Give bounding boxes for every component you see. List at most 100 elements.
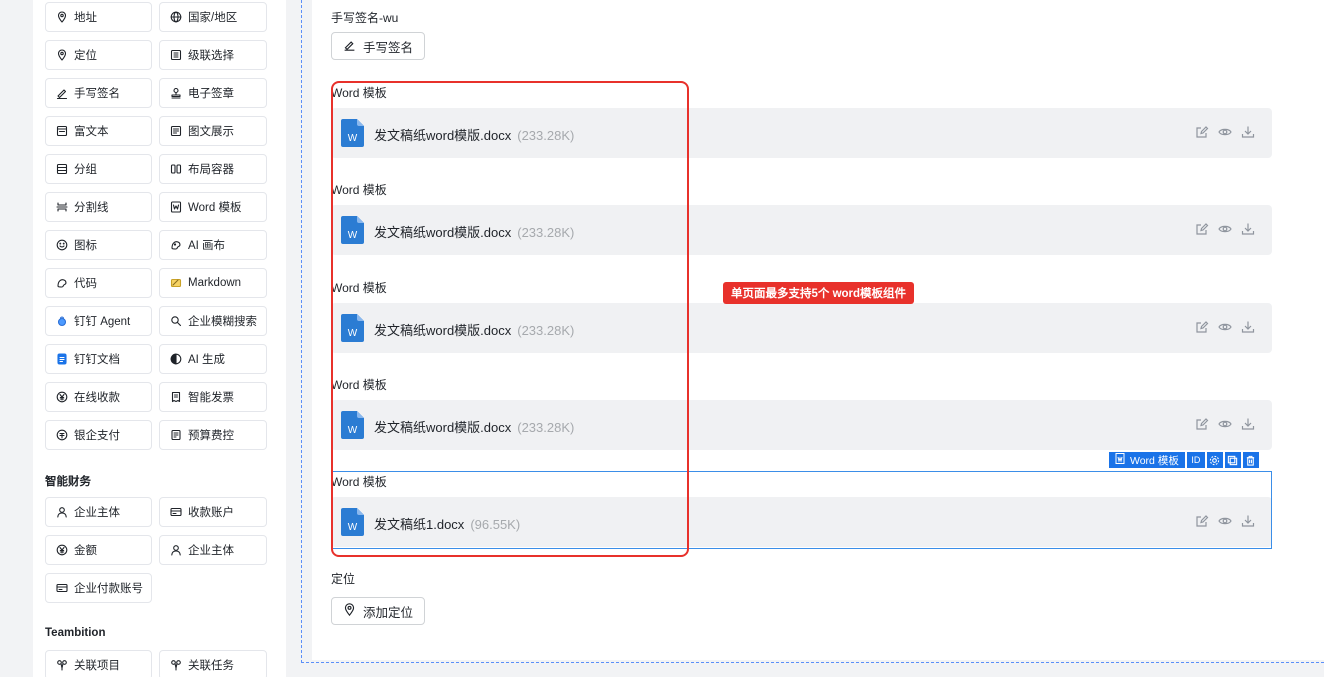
download-icon[interactable] [1241, 417, 1257, 433]
layout-icon [170, 163, 182, 175]
palette-item-link-task[interactable]: 关联任务 [159, 650, 267, 677]
palette-item-label: 钉钉 Agent [74, 316, 131, 328]
add-location-button[interactable]: 添加定位 [331, 597, 426, 625]
palette-item-label: 企业付款账号 [74, 583, 143, 595]
palette-item-location[interactable]: 地址 [45, 2, 152, 32]
word-doc-icon [1115, 453, 1125, 467]
palette-item-label: 代码 [74, 278, 97, 290]
preview-eye-icon[interactable] [1218, 125, 1234, 141]
palette-item-markdown[interactable]: Markdown [159, 268, 267, 298]
palette-item-agent[interactable]: 钉钉 Agent [45, 306, 152, 336]
annotation-note: 单页面最多支持5个 word模板组件 [723, 282, 915, 304]
signature-icon [56, 87, 68, 99]
palette-item-bank-pay[interactable]: 银企支付 [45, 420, 152, 450]
palette-item-label: 在线收款 [74, 392, 120, 404]
palette-item-card[interactable]: 企业付款账号 [45, 573, 152, 603]
palette-item-cascade[interactable]: 级联选择 [159, 40, 267, 70]
palette-item-label: 企业模糊搜索 [188, 316, 257, 328]
download-icon[interactable] [1241, 125, 1257, 141]
ai-canvas-icon [170, 239, 182, 251]
field-label-location: 定位 [331, 572, 356, 586]
edit-icon[interactable] [1195, 125, 1211, 141]
palette-item-ai-generate[interactable]: AI 生成 [159, 344, 267, 374]
search-icon [170, 315, 182, 327]
cascade-icon [170, 49, 182, 61]
settings-icon[interactable] [1206, 452, 1223, 468]
divider-icon [56, 201, 68, 213]
palette-item-user[interactable]: 企业主体 [45, 497, 152, 527]
palette-item-label: 分割线 [74, 202, 109, 214]
palette-item-label: 手写签名 [74, 88, 120, 100]
palette-item-label: 国家/地区 [188, 12, 238, 24]
invoice-icon [170, 391, 182, 403]
component-palette: 地址 国家/地区定位 级联选择手写签名 电子签章富文本 图文展示分组 布局容器分割线 Wor… [33, 0, 286, 677]
palette-item-search[interactable]: 企业模糊搜索 [159, 306, 267, 336]
palette-item-group[interactable]: 分组 [45, 154, 152, 184]
download-icon[interactable] [1241, 222, 1257, 238]
signature-button-label: 手写签名 [363, 40, 414, 55]
ai-generate-icon [170, 353, 182, 365]
download-icon[interactable] [1241, 320, 1257, 336]
code-icon [56, 277, 68, 289]
palette-item-label: 定位 [74, 50, 97, 62]
palette-item-link-project[interactable]: 关联项目 [45, 650, 152, 677]
palette-item-yen[interactable]: 金额 [45, 535, 152, 565]
palette-item-label: 企业主体 [74, 507, 120, 519]
palette-item-ai-canvas[interactable]: AI 画布 [159, 230, 267, 260]
edit-icon[interactable] [1195, 320, 1211, 336]
palette-item-label: 智能发票 [188, 392, 234, 404]
palette-item-pin[interactable]: 定位 [45, 40, 152, 70]
delete-icon[interactable] [1242, 452, 1259, 468]
agent-icon [56, 315, 68, 327]
edit-icon[interactable] [1195, 417, 1211, 433]
palette-item-divider[interactable]: 分割线 [45, 192, 152, 222]
section-title-finance: 智能财务 [45, 476, 91, 488]
component-type-chip[interactable]: Word 模板 [1109, 452, 1185, 468]
id-button[interactable]: ID [1186, 452, 1205, 468]
preview-eye-icon[interactable] [1218, 320, 1234, 336]
user-icon [170, 544, 182, 556]
edit-icon[interactable] [1195, 222, 1211, 238]
palette-item-layout[interactable]: 布局容器 [159, 154, 267, 184]
preview-eye-icon[interactable] [1218, 222, 1234, 238]
preview-eye-icon[interactable] [1218, 417, 1234, 433]
palette-item-stamp[interactable]: 电子签章 [159, 78, 267, 108]
palette-item-label: 布局容器 [188, 164, 234, 176]
palette-item-image-text[interactable]: 图文展示 [159, 116, 267, 146]
palette-item-richtext[interactable]: 富文本 [45, 116, 152, 146]
globe-icon [170, 11, 182, 23]
palette-item-doc[interactable]: 钉钉文档 [45, 344, 152, 374]
location-icon [56, 11, 68, 23]
palette-item-label: 银企支付 [74, 430, 120, 442]
word-icon [170, 201, 182, 213]
add-location-label: 添加定位 [363, 605, 414, 620]
palette-item-label: Markdown [188, 277, 242, 289]
palette-item-user[interactable]: 企业主体 [159, 535, 267, 565]
palette-item-label: 级联选择 [188, 50, 234, 62]
signature-button[interactable]: 手写签名 [331, 32, 426, 60]
pin-icon [56, 49, 68, 61]
palette-grid-basic: 地址 国家/地区定位 级联选择手写签名 电子签章富文本 图文展示分组 布局容器分割线 Wor… [45, 2, 275, 450]
palette-grid-teambition: 关联项目 关联任务 [45, 650, 275, 677]
field-label-signature: 手写签名-wu [331, 11, 399, 25]
palette-item-label: AI 画布 [188, 240, 226, 252]
image-text-icon [170, 125, 182, 137]
palette-item-budget[interactable]: 预算费控 [159, 420, 267, 450]
copy-icon[interactable] [1224, 452, 1241, 468]
palette-item-invoice[interactable]: 智能发票 [159, 382, 267, 412]
palette-item-word[interactable]: Word 模板 [159, 192, 267, 222]
palette-item-globe[interactable]: 国家/地区 [159, 2, 267, 32]
palette-item-signature[interactable]: 手写签名 [45, 78, 152, 108]
doc-icon [56, 353, 68, 365]
link-task-icon [170, 659, 182, 671]
palette-item-smile[interactable]: 图标 [45, 230, 152, 260]
section-title-teambition: Teambition [45, 627, 106, 639]
group-icon [56, 163, 68, 175]
budget-icon [170, 429, 182, 441]
markdown-icon [170, 277, 182, 289]
palette-item-card[interactable]: 收款账户 [159, 497, 267, 527]
palette-item-label: 分组 [74, 164, 97, 176]
palette-item-code[interactable]: 代码 [45, 268, 152, 298]
palette-item-yen[interactable]: 在线收款 [45, 382, 152, 412]
palette-item-label: 电子签章 [188, 88, 234, 100]
